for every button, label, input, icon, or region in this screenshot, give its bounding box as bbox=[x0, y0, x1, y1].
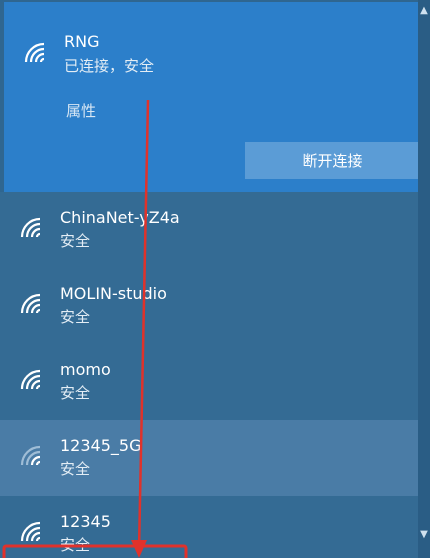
scroll-down-icon[interactable]: ▼ bbox=[418, 526, 430, 542]
wifi-signal-icon bbox=[20, 293, 41, 314]
wifi-signal-icon bbox=[24, 42, 45, 63]
network-name: momo bbox=[60, 360, 111, 379]
network-name: ChinaNet-yZ4a bbox=[60, 208, 180, 227]
disconnect-button[interactable]: 断开连接 bbox=[245, 142, 420, 179]
wifi-network-flyout: RNG 已连接，安全 属性 断开连接 ChinaNet-yZ4a 安全 MOLI… bbox=[0, 0, 430, 558]
network-list-item[interactable]: 12345_5G 安全 bbox=[0, 420, 425, 496]
network-status: 已连接，安全 bbox=[64, 57, 155, 75]
network-list-item[interactable]: 12345 安全 bbox=[0, 496, 425, 558]
network-status: 安全 bbox=[60, 308, 91, 326]
network-list-item[interactable]: MOLIN-studio 安全 bbox=[0, 268, 425, 344]
wifi-signal-icon bbox=[20, 521, 41, 542]
network-name: MOLIN-studio bbox=[60, 284, 167, 303]
network-status: 安全 bbox=[60, 232, 91, 250]
connected-network-item[interactable]: RNG 已连接，安全 属性 断开连接 bbox=[4, 2, 425, 192]
network-status: 安全 bbox=[60, 384, 91, 402]
network-name: 12345 bbox=[60, 512, 111, 531]
network-name: 12345_5G bbox=[60, 436, 142, 455]
scroll-up-icon[interactable]: ▲ bbox=[418, 2, 430, 18]
scrollbar[interactable]: ▲ ▼ bbox=[418, 0, 430, 558]
properties-link[interactable]: 属性 bbox=[66, 100, 96, 121]
wifi-signal-icon bbox=[20, 445, 41, 466]
network-status: 安全 bbox=[60, 536, 91, 554]
network-status: 安全 bbox=[60, 460, 91, 478]
wifi-signal-icon bbox=[20, 369, 41, 390]
network-list-item[interactable]: ChinaNet-yZ4a 安全 bbox=[0, 192, 425, 268]
network-list-item[interactable]: momo 安全 bbox=[0, 344, 425, 420]
network-name: RNG bbox=[64, 32, 100, 51]
wifi-signal-icon bbox=[20, 217, 41, 238]
